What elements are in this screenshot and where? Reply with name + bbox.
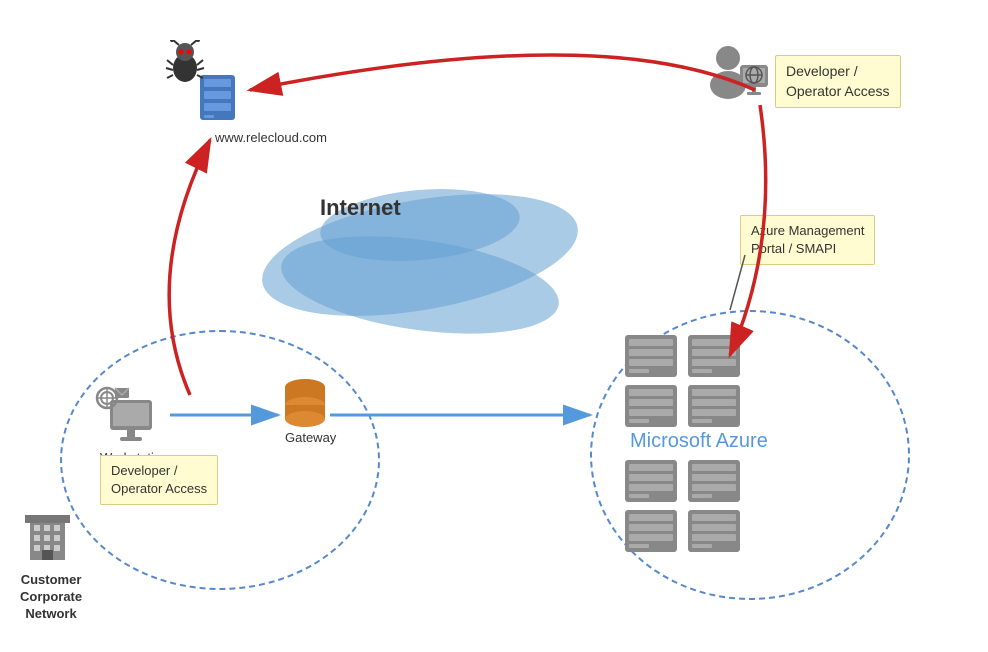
building-icon: [25, 510, 70, 565]
dev-operator-label-top: Developer / Operator Access: [775, 55, 901, 108]
workstation-icon: [95, 380, 165, 445]
azure-mgmt-box: Azure Management Portal / SMAPI: [740, 215, 875, 265]
gateway-label: Gateway: [285, 430, 336, 445]
diagram-container: Internet Microsoft Azure Customer Corpor…: [0, 0, 988, 652]
dev-operator-icon-top: [700, 40, 770, 110]
webserver-label: www.relecloud.com: [215, 130, 327, 145]
server-racks: [620, 330, 750, 560]
internet-label: Internet: [320, 195, 401, 221]
hacker-icon: [165, 40, 205, 85]
gateway-icon: [280, 375, 330, 430]
dev-operator-box-bottom: Developer / Operator Access: [100, 455, 218, 505]
corp-network-label: Customer Corporate Network: [20, 572, 82, 623]
